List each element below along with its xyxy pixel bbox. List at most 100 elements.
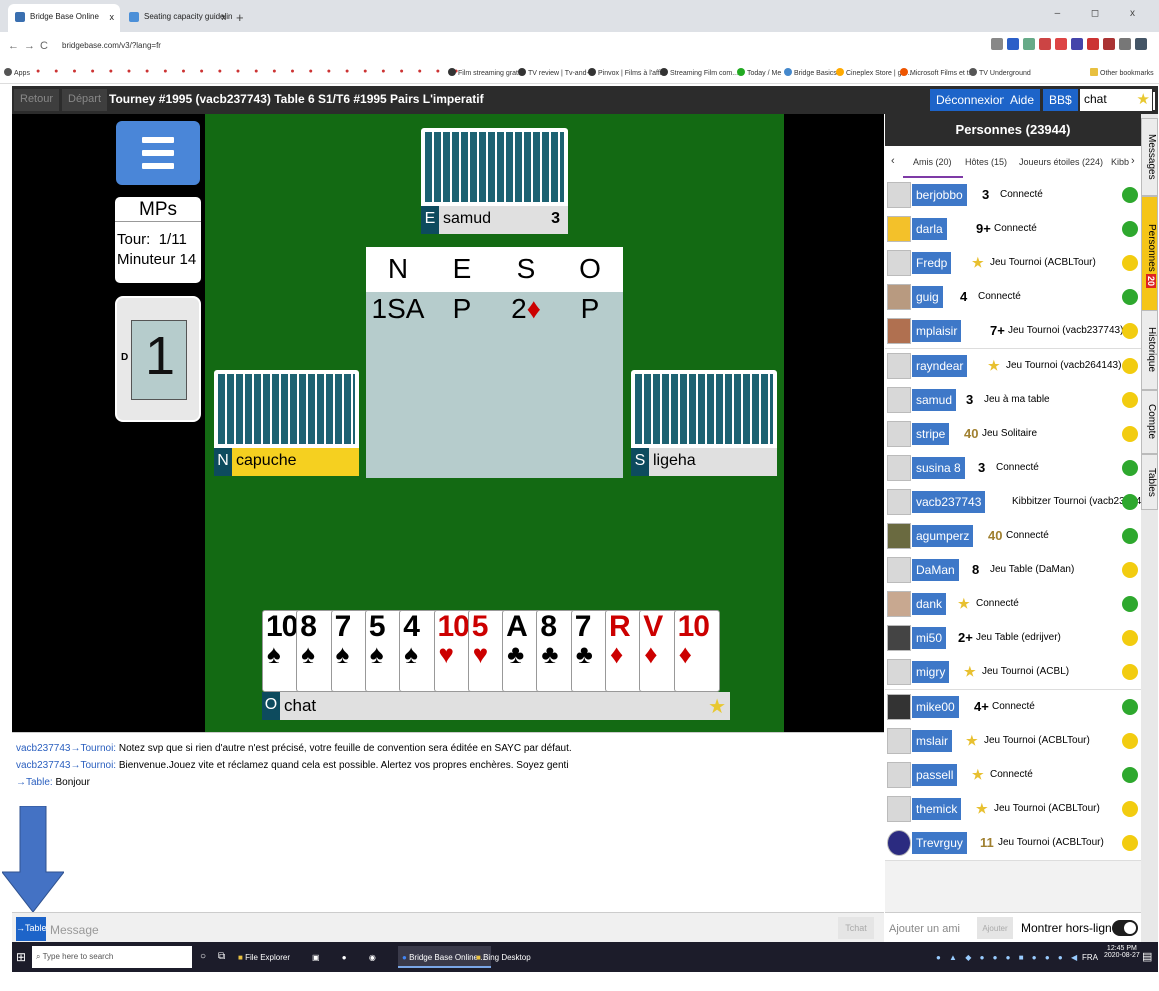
add-friend-button[interactable]: Ajouter: [977, 917, 1013, 939]
bookmark-item[interactable]: Streaming Film com...: [660, 68, 738, 77]
person-name[interactable]: susina 8: [912, 456, 965, 479]
person-name[interactable]: agumperz: [912, 525, 974, 547]
tab-messages[interactable]: Messages: [1141, 118, 1158, 196]
player-name[interactable]: chat: [284, 696, 316, 716]
player-name[interactable]: samud: [443, 210, 491, 228]
message-input[interactable]: Message: [50, 923, 99, 937]
chevron-left-icon[interactable]: ‹: [891, 155, 895, 167]
tab-people[interactable]: Personnes 20: [1141, 196, 1158, 316]
new-tab-icon[interactable]: +: [236, 10, 244, 25]
reload-icon[interactable]: C: [40, 40, 48, 52]
tab-hosts[interactable]: Hôtes (15): [965, 157, 1007, 167]
person-row[interactable]: stripe 40 Jeu Solitaire: [885, 416, 1141, 452]
tab-star-players[interactable]: Joueurs étoiles (224): [1019, 157, 1103, 167]
person-name[interactable]: stripe: [912, 422, 950, 445]
person-name[interactable]: passell: [912, 763, 958, 786]
person-row[interactable]: berjobbo 3 Connecté: [885, 178, 1141, 213]
person-row[interactable]: Fredp ★ Jeu Tournoi (ACBLTour): [885, 246, 1141, 282]
back-arrow-icon[interactable]: ←: [8, 40, 19, 52]
person-name[interactable]: samud: [912, 388, 957, 411]
key-icon[interactable]: [991, 38, 1003, 50]
person-name[interactable]: mi50: [912, 627, 947, 650]
person-row[interactable]: passell ★ Connecté: [885, 757, 1141, 793]
taskbar-app-explorer[interactable]: ■ File Explorer: [234, 946, 294, 968]
show-offline-toggle[interactable]: [1112, 920, 1138, 936]
person-name[interactable]: DaMan: [912, 559, 959, 582]
person-name[interactable]: rayndear: [912, 354, 968, 377]
bb-dollars-button[interactable]: BB$: [1043, 89, 1078, 111]
url-field[interactable]: bridgebase.com/v3/?lang=fr: [62, 41, 161, 50]
bookmark-apps[interactable]: Apps: [4, 68, 30, 77]
person-row[interactable]: themick ★ Jeu Tournoi (ACBLTour): [885, 791, 1141, 827]
person-name[interactable]: themick: [912, 797, 962, 820]
person-name[interactable]: guig: [912, 286, 943, 309]
taskbar-app-bing[interactable]: ■ Bing Desktop: [472, 946, 535, 968]
close-tab-icon[interactable]: x: [222, 12, 227, 22]
tab-account[interactable]: Compte: [1141, 390, 1158, 454]
user-chip[interactable]: chat ★: [1080, 89, 1152, 111]
person-name[interactable]: darla: [912, 218, 947, 241]
taskbar-search[interactable]: ⌕ Type here to search: [32, 946, 192, 968]
bookmark-item[interactable]: Today / Me: [737, 68, 781, 77]
tab-kibitz[interactable]: Kibb: [1111, 157, 1129, 167]
menu-button[interactable]: [116, 121, 200, 185]
player-name[interactable]: ligeha: [653, 452, 696, 470]
person-name[interactable]: migry: [912, 661, 950, 684]
person-row[interactable]: darla 9+ Connecté: [885, 212, 1141, 248]
clock[interactable]: 12:45 PM 2020-08-27: [1104, 945, 1140, 959]
extension-icon[interactable]: [1071, 38, 1083, 50]
person-row[interactable]: mplaisir 7+ Jeu Tournoi (vacb237743): [885, 314, 1141, 350]
extension-icon[interactable]: [1119, 38, 1131, 50]
person-name[interactable]: vacb237743: [912, 490, 986, 513]
person-row[interactable]: DaMan 8 Jeu Table (DaMan): [885, 553, 1141, 589]
start-button[interactable]: Départ: [62, 89, 108, 111]
person-name[interactable]: berjobbo: [912, 184, 967, 206]
person-row[interactable]: mi50 2+ Jeu Table (edrijver): [885, 621, 1141, 657]
person-row[interactable]: guig 4 Connecté: [885, 280, 1141, 316]
person-row[interactable]: rayndear ★ Jeu Tournoi (vacb264143): [885, 348, 1141, 384]
system-tray-icons[interactable]: ● ▲ ◆ ● ● ● ■ ● ● ● ◀: [932, 946, 1084, 968]
person-row[interactable]: samud 3 Jeu à ma table: [885, 382, 1141, 418]
person-row[interactable]: mike00 4+ Connecté: [885, 689, 1141, 725]
chat-target-button[interactable]: →Table: [16, 917, 47, 941]
person-name[interactable]: mike00: [912, 695, 959, 718]
bookmark-item[interactable]: TV review | Tv-and-...: [518, 68, 595, 77]
extension-icon[interactable]: [1087, 38, 1099, 50]
extension-icon[interactable]: [1103, 38, 1115, 50]
add-friend-input[interactable]: Ajouter un ami: [889, 923, 960, 935]
forward-arrow-icon[interactable]: →: [24, 40, 35, 52]
task-view-icon[interactable]: ⧉: [214, 944, 229, 966]
bookmark-item[interactable]: Film streaming grat...: [448, 68, 524, 77]
person-row[interactable]: susina 8 3 Connecté: [885, 450, 1141, 486]
tab-friends[interactable]: Amis (20): [913, 157, 952, 167]
hand-card[interactable]: 10 ♦: [673, 610, 720, 692]
person-row[interactable]: dank ★ Connecté: [885, 587, 1141, 623]
cortana-icon[interactable]: ○: [196, 944, 210, 966]
person-name[interactable]: Fredp: [912, 252, 952, 275]
person-name[interactable]: mplaisir: [912, 320, 962, 343]
bookmark-icons-strip[interactable]: ● ● ● ● ● ● ● ● ● ● ● ● ● ● ● ● ● ● ● ● …: [36, 68, 464, 75]
bookmark-other[interactable]: Other bookmarks: [1090, 68, 1154, 77]
person-row[interactable]: migry ★ Jeu Tournoi (ACBL): [885, 655, 1141, 691]
tab-history[interactable]: Historique: [1141, 310, 1158, 390]
logout-button[interactable]: Déconnexion: [930, 89, 1013, 111]
person-row[interactable]: vacb237743 Kibbitzer Tournoi (vacb237743): [885, 484, 1150, 520]
person-row[interactable]: Trevrguy 11 Jeu Tournoi (ACBLTour): [885, 825, 1141, 861]
notifications-icon[interactable]: ▤: [1142, 950, 1152, 963]
bookmark-item[interactable]: Microsoft Films et t...: [900, 68, 975, 77]
bookmark-item[interactable]: Pinvox | Films à l'affi...: [588, 68, 667, 77]
extension-icon[interactable]: [1039, 38, 1051, 50]
extension-icon[interactable]: [1055, 38, 1067, 50]
input-language[interactable]: FRA: [1078, 946, 1102, 968]
browser-tab-bbo[interactable]: Bridge Base Online x: [8, 4, 120, 32]
help-button[interactable]: Aide: [1004, 89, 1041, 111]
person-name[interactable]: mslair: [912, 729, 952, 752]
close-tab-icon[interactable]: x: [110, 12, 115, 22]
back-button[interactable]: Retour: [14, 89, 60, 111]
person-row[interactable]: agumperz 40 Connecté: [885, 519, 1141, 554]
star-bookmark-icon[interactable]: [1007, 38, 1019, 50]
tab-tables[interactable]: Tables: [1141, 454, 1158, 510]
send-chat-button[interactable]: Tchat: [838, 917, 874, 939]
profile-avatar[interactable]: [1135, 38, 1147, 50]
bookmark-item[interactable]: Bridge Basics: [784, 68, 837, 77]
